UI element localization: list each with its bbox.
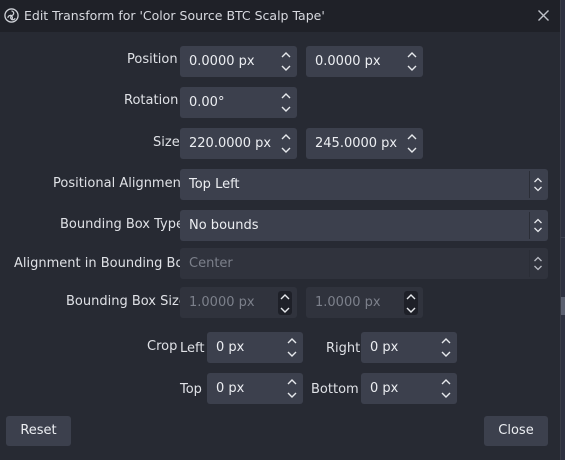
chevron-down-icon[interactable] — [439, 389, 453, 401]
crop-top-value: 0 px — [216, 381, 245, 396]
position-x-value: 0.0000 px — [189, 54, 255, 69]
rotation-spinner — [279, 90, 293, 115]
bounding-box-size-label: Bounding Box Size — [66, 294, 187, 309]
crop-top-field[interactable]: 0 px — [207, 373, 303, 404]
size-height-field[interactable]: 245.0000 px — [306, 128, 423, 159]
position-y-spinner — [405, 49, 419, 74]
chevron-down-icon[interactable] — [285, 348, 299, 360]
background-window-edge — [561, 0, 565, 460]
positional-alignment-label: Positional Alignment — [53, 176, 186, 191]
size-height-value: 245.0000 px — [315, 136, 398, 151]
crop-bottom-spinner — [439, 376, 453, 401]
chevron-up-icon[interactable] — [405, 49, 419, 61]
crop-right-value: 0 px — [370, 340, 399, 355]
chevron-up-icon[interactable] — [279, 131, 293, 143]
partial-element — [561, 297, 565, 315]
position-label: Position — [127, 52, 178, 67]
size-width-value: 220.0000 px — [189, 136, 272, 151]
alignment-in-bounding-box-label: Alignment in Bounding Box — [14, 256, 191, 271]
crop-bottom-field[interactable]: 0 px — [361, 373, 457, 404]
obs-logo-icon — [4, 8, 19, 23]
reset-button[interactable]: Reset — [6, 416, 71, 446]
chevron-up-icon[interactable] — [279, 49, 293, 61]
bounding-box-type-label: Bounding Box Type — [60, 217, 184, 232]
crop-right-field[interactable]: 0 px — [361, 332, 457, 363]
alignment-in-bounding-box-select: Center — [180, 248, 548, 279]
crop-top-spinner — [285, 376, 299, 401]
position-x-field[interactable]: 0.0000 px — [180, 46, 297, 77]
chevron-up-icon[interactable] — [439, 335, 453, 347]
position-y-field[interactable]: 0.0000 px — [306, 46, 423, 77]
bounding-box-type-select[interactable]: No bounds — [180, 210, 548, 241]
crop-top-label: Top — [180, 382, 202, 397]
bounding-box-width-field: 1.0000 px — [180, 287, 297, 318]
bounding-box-width-spinner — [278, 291, 292, 315]
chevron-down-icon — [406, 307, 416, 313]
rotation-value: 0.00° — [189, 95, 225, 110]
chevron-up-icon — [280, 294, 290, 300]
chevron-down-icon[interactable] — [279, 103, 293, 115]
close-button[interactable]: Close — [484, 416, 548, 446]
size-width-spinner — [279, 131, 293, 156]
chevron-up-icon — [406, 294, 416, 300]
rotation-field[interactable]: 0.00° — [180, 87, 297, 118]
bounding-box-type-value: No bounds — [189, 218, 259, 233]
window-title: Edit Transform for 'Color Source BTC Sca… — [24, 8, 325, 23]
crop-left-field[interactable]: 0 px — [207, 332, 303, 363]
size-width-field[interactable]: 220.0000 px — [180, 128, 297, 159]
chevron-down-icon — [280, 307, 290, 313]
positional-alignment-value: Top Left — [189, 177, 240, 192]
crop-right-spinner — [439, 335, 453, 360]
crop-bottom-label: Bottom — [311, 382, 359, 397]
chevron-up-icon[interactable] — [285, 376, 299, 388]
chevron-down-icon[interactable] — [405, 144, 419, 156]
bounding-box-height-spinner — [404, 291, 418, 315]
chevron-up-icon[interactable] — [405, 131, 419, 143]
crop-left-value: 0 px — [216, 340, 245, 355]
chevron-up-icon[interactable] — [285, 335, 299, 347]
alignment-in-bounding-box-value: Center — [189, 256, 233, 271]
position-x-spinner — [279, 49, 293, 74]
chevron-up-icon[interactable] — [279, 90, 293, 102]
crop-bottom-value: 0 px — [370, 381, 399, 396]
updown-chevron-icon — [529, 212, 542, 239]
size-label: Size — [153, 135, 180, 150]
position-y-value: 0.0000 px — [315, 54, 381, 69]
chevron-down-icon[interactable] — [279, 144, 293, 156]
close-icon[interactable] — [535, 7, 552, 24]
chevron-down-icon[interactable] — [279, 62, 293, 74]
chevron-up-icon[interactable] — [439, 376, 453, 388]
updown-chevron-icon — [529, 250, 542, 277]
crop-left-spinner — [285, 335, 299, 360]
size-height-spinner — [405, 131, 419, 156]
chevron-down-icon[interactable] — [285, 389, 299, 401]
bounding-box-height-value: 1.0000 px — [315, 295, 381, 310]
chevron-down-icon[interactable] — [439, 348, 453, 360]
bounding-box-height-field: 1.0000 px — [306, 287, 423, 318]
updown-chevron-icon — [529, 171, 542, 198]
bounding-box-width-value: 1.0000 px — [189, 295, 255, 310]
crop-right-label: Right — [326, 341, 361, 356]
crop-label: Crop — [147, 339, 178, 354]
crop-left-label: Left — [180, 341, 205, 356]
positional-alignment-select[interactable]: Top Left — [180, 169, 548, 200]
chevron-down-icon[interactable] — [405, 62, 419, 74]
divider — [561, 237, 565, 238]
title-bar: Edit Transform for 'Color Source BTC Sca… — [0, 0, 560, 32]
edit-transform-dialog: Edit Transform for 'Color Source BTC Sca… — [0, 0, 561, 460]
rotation-label: Rotation — [124, 93, 179, 108]
